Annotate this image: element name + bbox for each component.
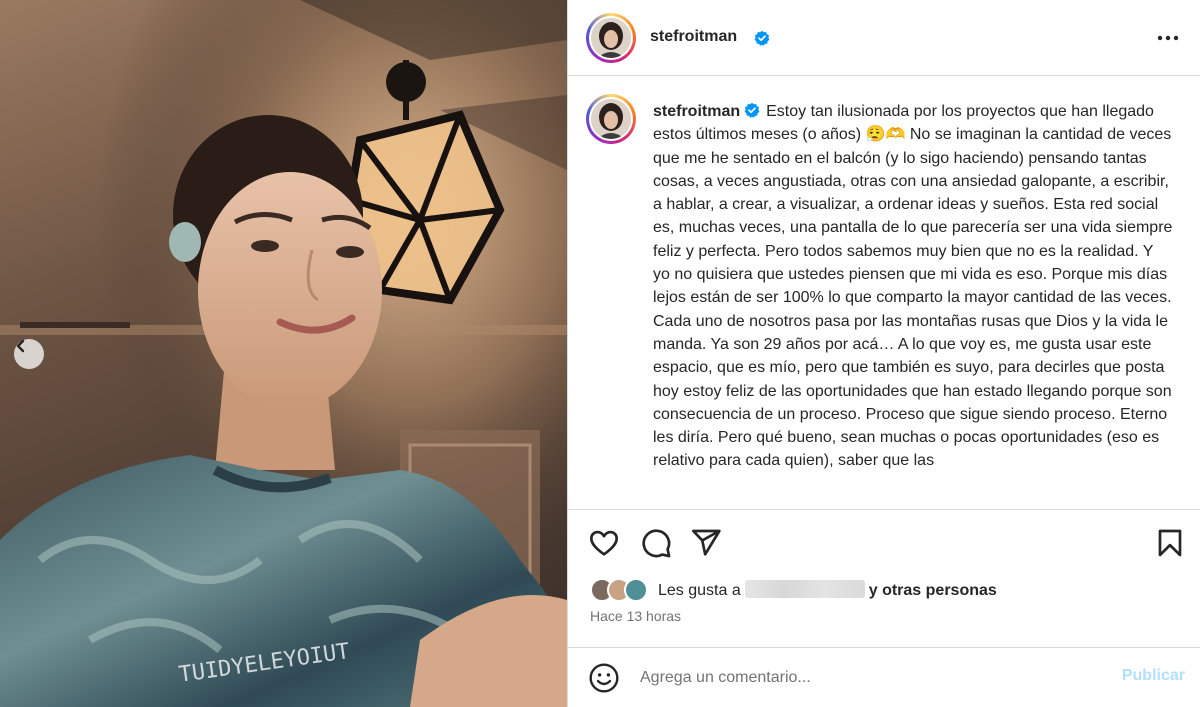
blurred-username xyxy=(744,580,865,598)
emoji-button[interactable] xyxy=(588,662,620,694)
publish-button[interactable]: Publicar xyxy=(1122,667,1185,685)
likes-prefix: Les gusta a xyxy=(658,582,741,599)
chevron-left-icon xyxy=(16,339,25,353)
comment-input[interactable] xyxy=(640,662,1100,694)
post-header: stefroitman xyxy=(568,0,1200,76)
share-button[interactable] xyxy=(690,527,722,559)
post-sidebar: stefroitman stefroitman Estoy tan ilusio… xyxy=(567,0,1200,707)
post-timestamp[interactable]: Hace 13 horas xyxy=(590,608,681,624)
comment-bar: Publicar xyxy=(568,647,1200,707)
action-bar xyxy=(568,509,1200,569)
verified-badge-icon xyxy=(744,102,760,118)
carousel-prev-button[interactable] xyxy=(14,339,44,369)
caption-text: Estoy tan ilusionada por los proyectos q… xyxy=(653,103,1173,470)
like-button[interactable] xyxy=(588,527,620,559)
comment-button[interactable] xyxy=(640,527,672,559)
save-button[interactable] xyxy=(1154,527,1186,559)
emoji-icon xyxy=(589,663,619,693)
likes-summary[interactable]: Les gusta a y otras personas xyxy=(590,577,997,603)
avatar-image xyxy=(591,18,631,58)
avatar-image xyxy=(591,99,631,139)
caption-username-link[interactable]: stefroitman xyxy=(653,103,740,120)
comment-icon xyxy=(642,529,671,558)
caption-avatar[interactable] xyxy=(586,94,636,144)
heart-icon xyxy=(590,530,618,556)
post-caption: stefroitman Estoy tan ilusionada por los… xyxy=(568,77,1200,509)
bookmark-icon xyxy=(1158,529,1182,557)
selfie-image: TUIDYELEYOIUT xyxy=(0,0,567,707)
more-options-icon xyxy=(1157,35,1179,41)
more-options-button[interactable] xyxy=(1153,27,1183,49)
username-link[interactable]: stefroitman xyxy=(650,28,737,46)
avatar[interactable] xyxy=(586,13,636,63)
verified-badge-icon xyxy=(754,30,770,46)
liker-avatar xyxy=(624,578,648,602)
liker-avatars xyxy=(590,577,656,603)
post-photo: TUIDYELEYOIUT xyxy=(0,0,567,707)
share-icon xyxy=(692,529,721,556)
caption-body: stefroitman Estoy tan ilusionada por los… xyxy=(653,100,1173,473)
likes-others-link[interactable]: y otras personas xyxy=(869,582,997,599)
